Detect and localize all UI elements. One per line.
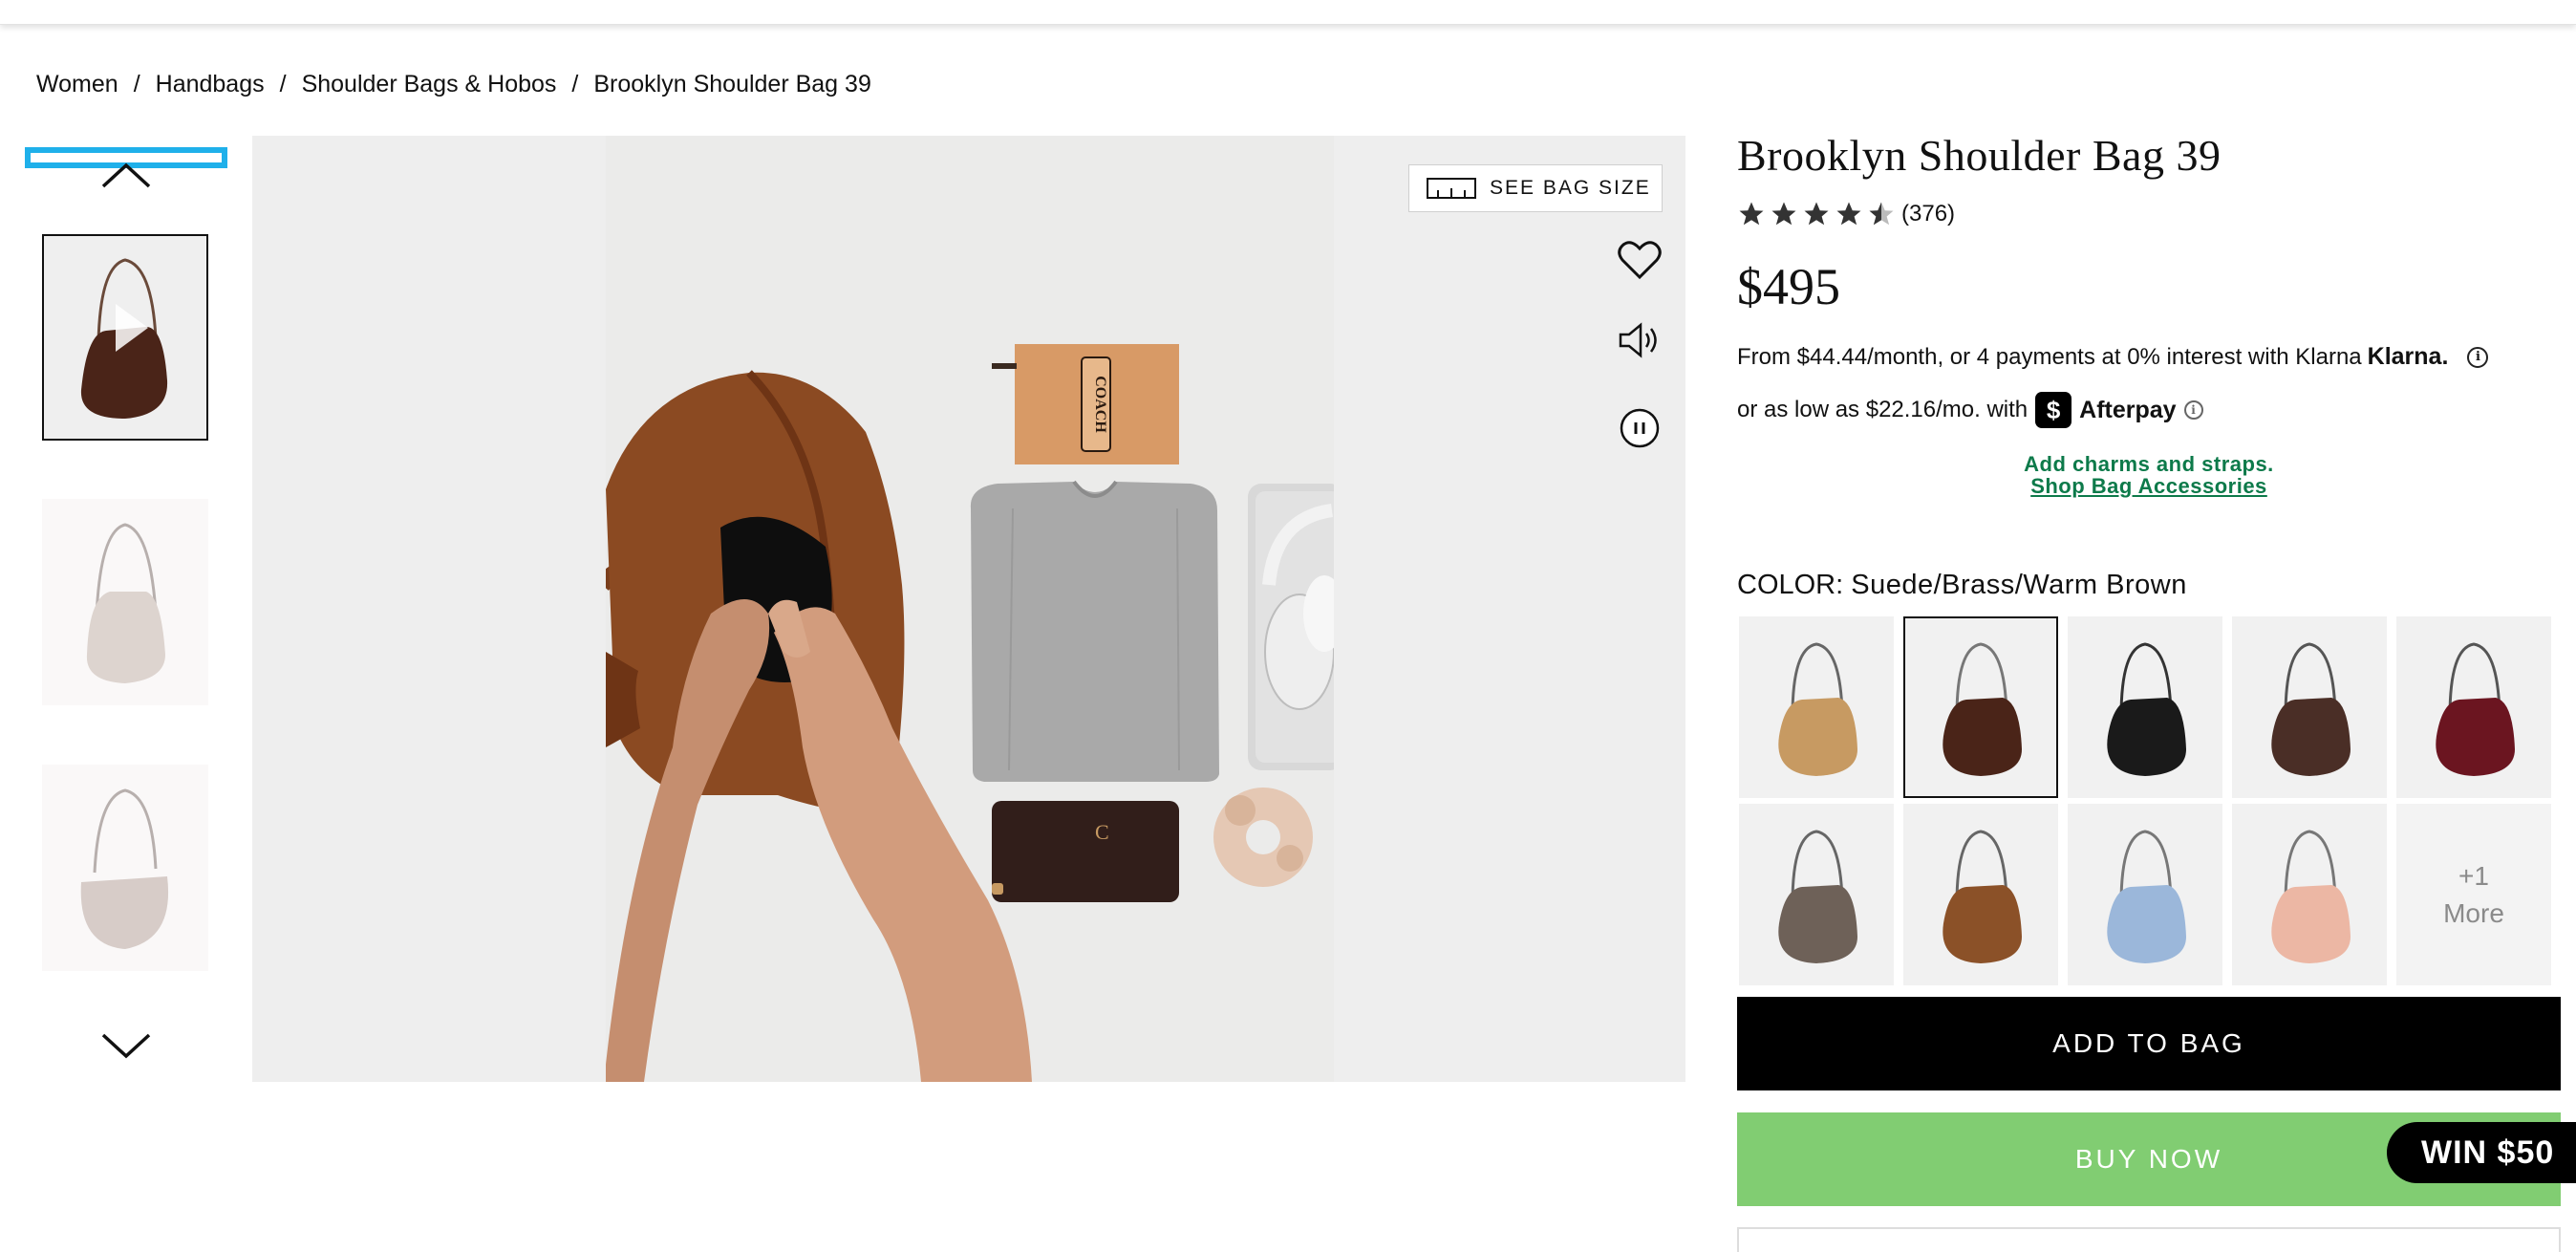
swatch-grey-brown[interactable] [1739, 804, 1894, 986]
bag-image [1778, 830, 1857, 964]
thumbnail-down-button[interactable] [97, 1026, 155, 1065]
swatch-warm-brown[interactable] [1903, 616, 2058, 799]
see-bag-size-label: SEE BAG SIZE [1490, 177, 1651, 199]
bag-image [2436, 642, 2515, 777]
thumbnail-up-button[interactable] [97, 157, 155, 195]
ruler-icon [1427, 178, 1476, 199]
more-colors-button[interactable]: +1 More [2396, 804, 2551, 986]
product-title: Brooklyn Shoulder Bag 39 [1737, 131, 2222, 180]
speaker-icon [1619, 322, 1657, 358]
swatch-light-blue[interactable] [2068, 804, 2222, 986]
breadcrumb-women[interactable]: Women [36, 71, 118, 98]
star-rating [1737, 200, 1896, 228]
swatch-wine[interactable] [2396, 616, 2551, 799]
add-to-bag-button[interactable]: ADD TO BAG [1737, 997, 2561, 1090]
top-header-bar [0, 0, 2576, 25]
afterpay-text: or as low as $22.16/mo. with [1737, 397, 2029, 422]
bag-image [1778, 642, 1857, 777]
afterpay-brand: Afterpay [2079, 396, 2177, 423]
next-section-box [1737, 1227, 2561, 1252]
star-icon [1836, 202, 1861, 226]
review-count[interactable]: (376) [1901, 201, 1955, 227]
color-label: COLOR: Suede/Brass/Warm Brown [1737, 570, 2187, 601]
bag-image [86, 523, 165, 683]
bag-image [2271, 642, 2351, 777]
swatch-saddle[interactable] [1903, 804, 2058, 986]
thumbnail-video[interactable] [42, 234, 208, 441]
breadcrumb: Women / Handbags / Shoulder Bags & Hobos… [36, 71, 871, 98]
svg-text:COACH: COACH [1092, 376, 1108, 433]
bag-image [2107, 830, 2186, 964]
klarna-financing: From $44.44/month, or 4 payments at 0% i… [1737, 343, 2561, 371]
breadcrumb-separator: / [279, 71, 287, 97]
bag-image [80, 788, 169, 949]
svg-text:C: C [1095, 820, 1109, 844]
breadcrumb-handbags[interactable]: Handbags [156, 71, 265, 98]
klarna-text: From $44.44/month, or 4 payments at 0% i… [1737, 343, 2362, 370]
notebook: COACH [992, 344, 1179, 464]
afterpay-financing: or as low as $22.16/mo. with $ Afterpay … [1737, 392, 2561, 428]
charms-text: Add charms and straps. [2024, 452, 2274, 476]
star-icon [1739, 202, 1764, 226]
sound-button[interactable] [1615, 315, 1664, 365]
thumbnail-image-2[interactable] [42, 499, 208, 705]
bag-image [2107, 642, 2186, 777]
shop-accessories-link[interactable]: Shop Bag Accessories [1737, 475, 2561, 497]
klarna-logo: Klarna. [2367, 343, 2449, 370]
swatch-dark-brown[interactable] [2232, 616, 2387, 799]
half-star-icon [1869, 202, 1894, 226]
bag-image [1943, 642, 2022, 777]
see-bag-size-button[interactable]: SEE BAG SIZE [1408, 164, 1663, 212]
more-colors-label: More [2443, 898, 2504, 929]
breadcrumb-shoulder-bags[interactable]: Shoulder Bags & Hobos [302, 71, 557, 98]
info-icon[interactable]: i [2183, 400, 2203, 420]
breadcrumb-separator: / [133, 71, 140, 97]
breadcrumb-current: Brooklyn Shoulder Bag 39 [593, 71, 871, 97]
thumbnail-rail [25, 143, 227, 1080]
chevron-down-icon [101, 1033, 151, 1059]
chevron-up-icon [101, 162, 151, 188]
pause-icon [1620, 408, 1660, 448]
breadcrumb-separator: / [571, 71, 579, 97]
product-media-viewer[interactable]: COACH C SEE BAG SIZE [252, 136, 1685, 1082]
bag-image [2271, 830, 2351, 964]
heart-icon [1618, 241, 1662, 280]
product-video[interactable]: COACH C [595, 136, 1345, 1082]
bag-image [80, 258, 168, 419]
color-swatches: +1 More [1739, 616, 2561, 986]
rating-summary[interactable]: (376) [1737, 200, 2561, 228]
swatch-blush[interactable] [2232, 804, 2387, 986]
promo-badge[interactable]: WIN $50 [2387, 1122, 2576, 1183]
video-frame: COACH C [595, 344, 1345, 1082]
product-info: Brooklyn Shoulder Bag 39 (376) $495 From… [1737, 130, 2561, 986]
scrunchie [1213, 788, 1313, 887]
product-price: $495 [1737, 258, 1840, 315]
bag-image [1943, 830, 2022, 964]
more-colors-count: +1 [2458, 861, 2489, 891]
sweater [970, 480, 1219, 782]
pause-button[interactable] [1615, 403, 1664, 453]
swatch-tan[interactable] [1739, 616, 1894, 799]
selected-color: Suede/Brass/Warm Brown [1851, 570, 2187, 601]
wallet: C [992, 801, 1179, 902]
wishlist-button[interactable] [1615, 235, 1664, 285]
afterpay-logo-icon: $ [2035, 392, 2072, 428]
accessories-promo: Add charms and straps. Shop Bag Accessor… [1737, 453, 2561, 497]
swatch-black[interactable] [2068, 616, 2222, 799]
info-icon[interactable]: i [2467, 346, 2489, 368]
star-icon [1804, 202, 1829, 226]
star-icon [1771, 202, 1796, 226]
thumbnail-image-3[interactable] [42, 765, 208, 971]
